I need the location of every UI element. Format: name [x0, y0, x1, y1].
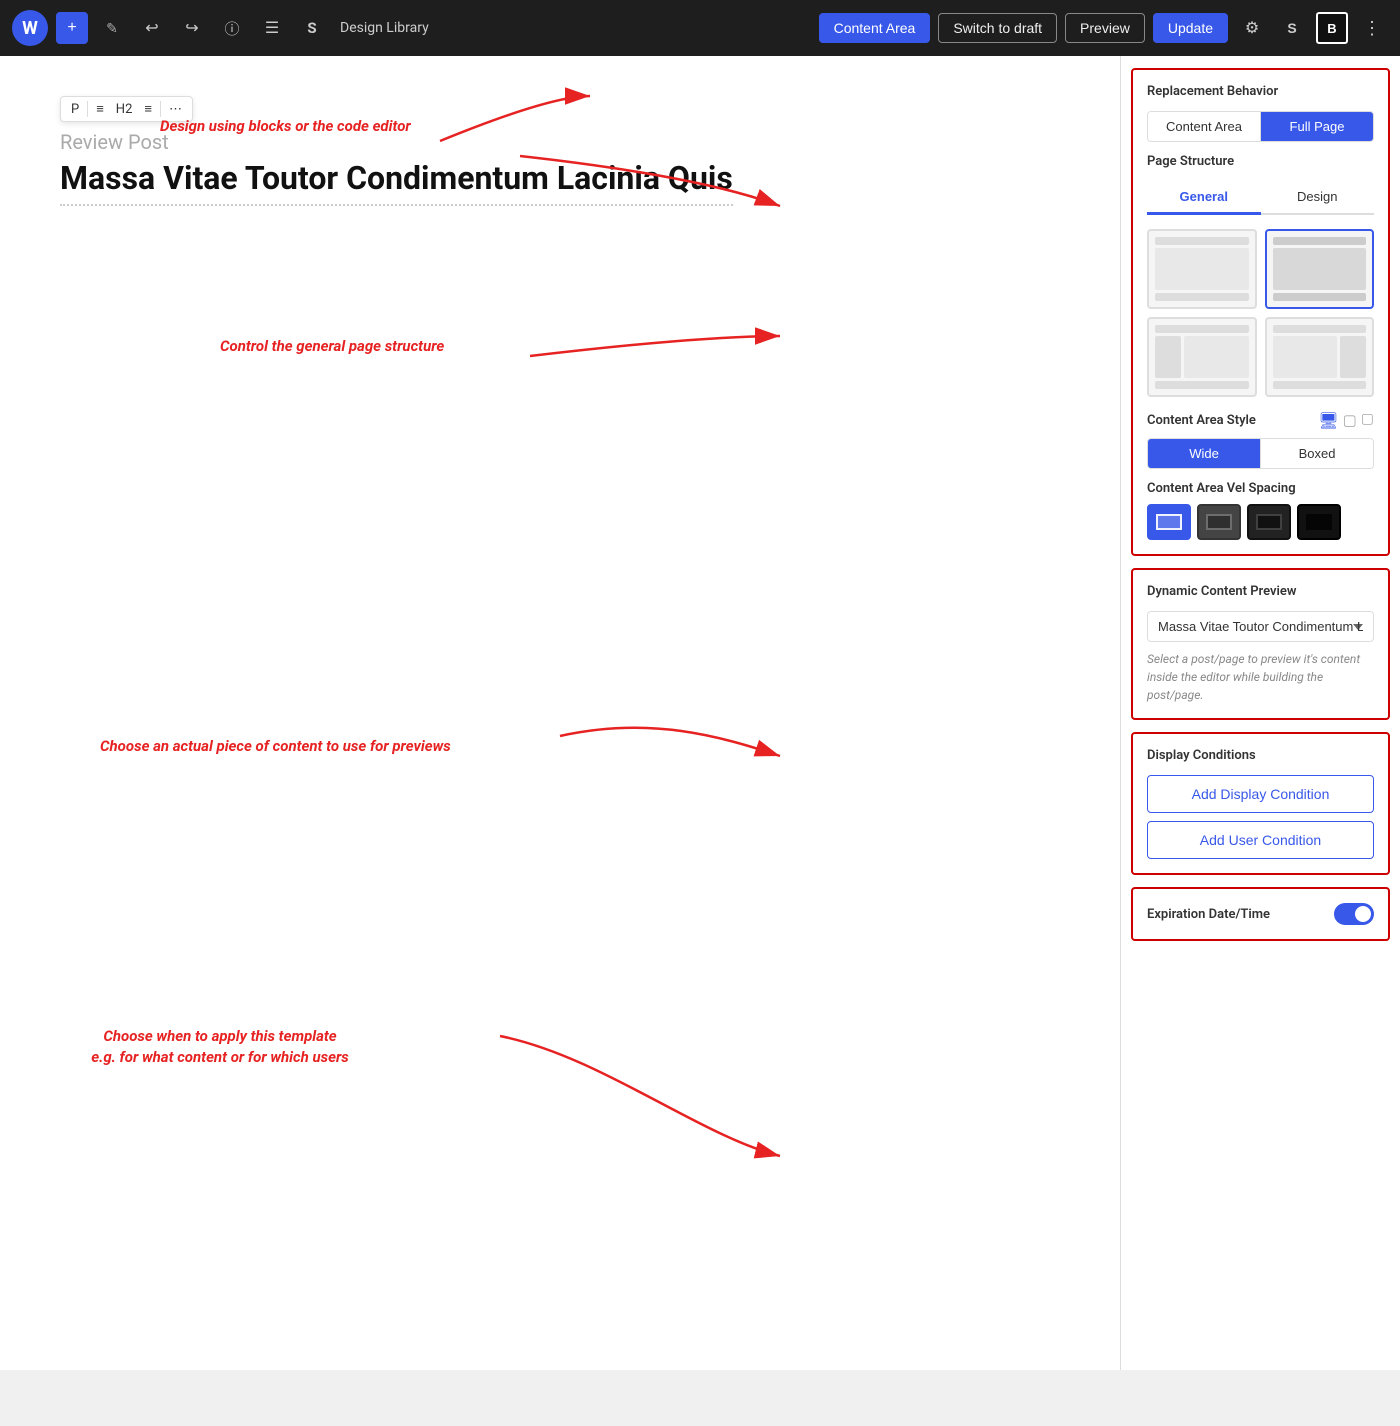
block-more-icon[interactable]: ⋯: [165, 100, 186, 119]
spacing-btn-4[interactable]: [1297, 504, 1341, 540]
layout-thumb-4[interactable]: [1265, 317, 1375, 397]
toolbar-separator-2: [160, 101, 161, 117]
block-type-p[interactable]: P: [67, 100, 83, 119]
design-library-label: Design Library: [340, 20, 429, 36]
add-display-condition-button[interactable]: Add Display Condition: [1147, 775, 1374, 813]
arrow-display-conditions: [0, 956, 900, 1236]
use-code-editor-button[interactable]: Content Area: [819, 13, 931, 43]
layout-grid: [1147, 229, 1374, 397]
expiration-toggle[interactable]: [1334, 903, 1374, 925]
layout-thumb-3[interactable]: [1147, 317, 1257, 397]
settings-button[interactable]: ⚙: [1236, 12, 1268, 44]
post-title-prefix: Review Post: [60, 130, 1060, 154]
layout-thumb-2[interactable]: [1265, 229, 1375, 309]
post-title-heading: Massa Vitae Toutor Condimentum Lacinia Q…: [60, 158, 733, 206]
dynamic-preview-select[interactable]: Massa Vitae Toutor Condimentum L...: [1147, 611, 1374, 642]
page-structure-title: Page Structure: [1147, 154, 1374, 169]
block-align-icon[interactable]: ≡: [140, 99, 156, 119]
dynamic-preview-panel: Dynamic Content Preview Massa Vitae Tout…: [1131, 568, 1390, 720]
arrow-page-structure: [0, 256, 900, 456]
spacing-btn-3[interactable]: [1247, 504, 1291, 540]
block-h2-label[interactable]: H2: [112, 100, 137, 119]
add-user-condition-button[interactable]: Add User Condition: [1147, 821, 1374, 859]
main-layout: P ≡ H2 ≡ ⋯ Review Post Massa Vitae Touto…: [0, 56, 1400, 1370]
expiration-panel: Expiration Date/Time: [1131, 887, 1390, 941]
sidebar: Replacement Behavior Content Area Full P…: [1120, 56, 1400, 1370]
arrow-design-blocks: [0, 56, 800, 256]
tab-general[interactable]: General: [1147, 181, 1261, 215]
spacing-row: [1147, 504, 1374, 540]
annotation-page-structure: Control the general page structure: [220, 336, 444, 357]
wide-btn[interactable]: Wide: [1148, 439, 1260, 468]
arrow-dynamic-content: [0, 656, 900, 856]
last-plugin-icon[interactable]: B: [1316, 12, 1348, 44]
wp-logo[interactable]: W: [12, 10, 48, 46]
main-toolbar: W + ✎ ↩ ↪ ⓘ ☰ S Design Library Content A…: [0, 0, 1400, 56]
list-view-button[interactable]: ☰: [256, 12, 288, 44]
undo-button[interactable]: ↩: [136, 12, 168, 44]
boxed-btn[interactable]: Boxed: [1260, 439, 1373, 468]
block-toolbar[interactable]: P ≡ H2 ≡ ⋯: [60, 96, 193, 122]
tab-design[interactable]: Design: [1261, 181, 1375, 215]
tablet-icon[interactable]: ▢: [1343, 411, 1357, 430]
annotation-display-conditions: Choose when to apply this template e.g. …: [60, 1026, 380, 1068]
more-options-button[interactable]: ⋮: [1356, 12, 1388, 44]
dynamic-preview-title: Dynamic Content Preview: [1147, 584, 1374, 599]
display-conditions-panel: Display Conditions Add Display Condition…: [1131, 732, 1390, 875]
spacing-btn-1[interactable]: [1147, 504, 1191, 540]
spacing-label: Content Area Vel Spacing: [1147, 481, 1374, 496]
strikingly-icon: S: [296, 12, 328, 44]
s-plugin-icon[interactable]: S: [1276, 12, 1308, 44]
spacing-btn-2[interactable]: [1197, 504, 1241, 540]
content-area-style-label: Content Area Style: [1147, 413, 1256, 428]
full-page-btn[interactable]: Full Page: [1260, 112, 1373, 141]
layout-thumb-1[interactable]: [1147, 229, 1257, 309]
page-structure-tabs: General Design: [1147, 181, 1374, 215]
expiration-label: Expiration Date/Time: [1147, 907, 1270, 922]
replacement-behavior-group: Content Area Full Page: [1147, 111, 1374, 142]
content-area-btn[interactable]: Content Area: [1148, 112, 1260, 141]
redo-button[interactable]: ↪: [176, 12, 208, 44]
info-button[interactable]: ⓘ: [216, 12, 248, 44]
dynamic-preview-help: Select a post/page to preview it's conte…: [1147, 650, 1374, 704]
switch-to-draft-button[interactable]: Switch to draft: [938, 13, 1057, 43]
mobile-icon[interactable]: ▢: [1361, 411, 1374, 430]
replacement-behavior-panel: Replacement Behavior Content Area Full P…: [1131, 68, 1390, 556]
replacement-behavior-title: Replacement Behavior: [1147, 84, 1374, 99]
expiration-row: Expiration Date/Time: [1147, 903, 1374, 925]
desktop-icon[interactable]: 🖥: [1318, 411, 1338, 430]
content-area: P ≡ H2 ≡ ⋯ Review Post Massa Vitae Touto…: [0, 56, 1120, 1370]
add-block-button[interactable]: +: [56, 12, 88, 44]
toolbar-separator: [87, 101, 88, 117]
device-icons: 🖥 ▢ ▢: [1318, 411, 1374, 430]
annotation-dynamic-content: Choose an actual piece of content to use…: [100, 736, 451, 757]
content-style-group: Wide Boxed: [1147, 438, 1374, 469]
edit-icon-button[interactable]: ✎: [96, 12, 128, 44]
preview-button[interactable]: Preview: [1065, 13, 1145, 43]
display-conditions-title: Display Conditions: [1147, 748, 1374, 763]
content-area-style-row: Content Area Style 🖥 ▢ ▢: [1147, 411, 1374, 430]
block-list-icon[interactable]: ≡: [92, 99, 108, 119]
update-button[interactable]: Update: [1153, 13, 1228, 43]
